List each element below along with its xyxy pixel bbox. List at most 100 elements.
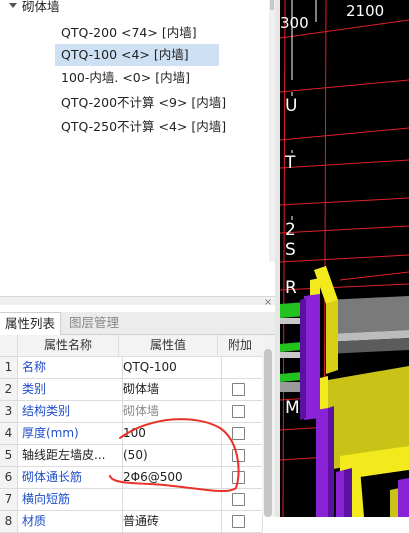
row-index: 4 bbox=[0, 423, 18, 444]
grid-line bbox=[280, 159, 409, 169]
grid-scrollbar-thumb[interactable] bbox=[264, 349, 272, 517]
property-extra bbox=[218, 401, 263, 422]
attach-checkbox[interactable] bbox=[232, 427, 245, 440]
purple-column-edge bbox=[328, 406, 334, 517]
dimension-label: 2100 bbox=[346, 2, 385, 20]
property-value[interactable] bbox=[119, 489, 222, 510]
row-index: 6 bbox=[0, 467, 18, 488]
property-row[interactable]: 6 砌体通长筋 2Φ6@500 bbox=[0, 467, 263, 489]
close-icon[interactable]: × bbox=[263, 298, 273, 308]
tree-item-100-inner-wall[interactable]: 100-内墙. <0> [内墙] bbox=[55, 67, 196, 89]
purple-column bbox=[398, 478, 409, 517]
dimension-label: 300 bbox=[280, 14, 309, 32]
slab-edge bbox=[280, 382, 300, 392]
tree-item-qtq-200-no-calc[interactable]: QTQ-200不计算 <9> [内墙] bbox=[55, 92, 232, 114]
grid-line bbox=[280, 197, 409, 206]
property-extra bbox=[218, 489, 263, 510]
attach-checkbox[interactable] bbox=[232, 405, 245, 418]
row-index: 8 bbox=[0, 511, 18, 532]
property-row[interactable]: 5 轴线距左墙皮... (50) bbox=[0, 445, 263, 467]
tree-item-label: QTQ-100 <4> [内墙] bbox=[61, 47, 189, 62]
tree-item-qtq-100[interactable]: QTQ-100 <4> [内墙] bbox=[55, 44, 219, 66]
property-extra bbox=[218, 511, 263, 532]
panel-splitter[interactable] bbox=[0, 296, 275, 305]
purple-column bbox=[304, 294, 320, 420]
grid-line bbox=[280, 225, 409, 234]
property-row[interactable]: 4 厚度(mm) 100 bbox=[0, 423, 263, 445]
property-value[interactable]: 砌体墙 bbox=[119, 401, 222, 422]
axis-label-u: U bbox=[285, 96, 298, 116]
component-tree: 砌体墙 QTQ-200 <74> [内墙] QTQ-100 <4> [内墙] 1… bbox=[0, 0, 275, 296]
property-row[interactable]: 7 横向短筋 bbox=[0, 489, 263, 511]
property-extra bbox=[218, 467, 263, 488]
slab-edge bbox=[280, 318, 300, 324]
attach-checkbox[interactable] bbox=[232, 449, 245, 462]
purple-column bbox=[336, 470, 344, 517]
row-index: 2 bbox=[0, 379, 18, 400]
header-extra: 附加 bbox=[218, 335, 263, 356]
tab-property-list[interactable]: 属性列表 bbox=[0, 312, 62, 335]
grid-line bbox=[280, 127, 409, 141]
property-row[interactable]: 1 名称 QTQ-100 bbox=[0, 357, 263, 379]
tree-item-label: QTQ-200不计算 <9> [内墙] bbox=[61, 95, 227, 110]
header-name: 属性名称 bbox=[18, 335, 119, 356]
property-name: 结构类别 bbox=[18, 401, 123, 422]
row-index: 1 bbox=[0, 357, 18, 378]
grid-line bbox=[280, 79, 409, 93]
property-row[interactable]: 8 材质 普通砖 bbox=[0, 511, 263, 533]
property-name: 轴线距左墙皮... bbox=[18, 445, 123, 466]
axis-label-m: M bbox=[285, 398, 300, 418]
property-extra bbox=[218, 379, 263, 400]
property-value[interactable]: QTQ-100 bbox=[119, 357, 222, 378]
purple-column-edge bbox=[344, 468, 352, 517]
purple-column bbox=[316, 408, 328, 517]
property-row[interactable]: 3 结构类别 砌体墙 bbox=[0, 401, 263, 423]
property-grid: 属性名称 属性值 附加 1 名称 QTQ-100 2 类别 砌体墙 3 结构类别 砌体墙 4 厚度(… bbox=[0, 335, 263, 533]
property-extra bbox=[218, 423, 263, 444]
property-value[interactable]: 砌体墙 bbox=[119, 379, 222, 400]
wall-gray-top bbox=[326, 296, 409, 334]
tree-item-qtq-250-no-calc[interactable]: QTQ-250不计算 <4> [内墙] bbox=[55, 116, 232, 138]
property-value[interactable]: (50) bbox=[119, 445, 222, 466]
property-extra bbox=[218, 357, 263, 378]
slab-edge bbox=[280, 352, 300, 358]
axis-label-s: S bbox=[285, 240, 296, 260]
grid-line bbox=[339, 271, 409, 281]
grid-line bbox=[280, 283, 409, 291]
row-index: 3 bbox=[0, 401, 18, 422]
yellow-column-face bbox=[326, 300, 338, 374]
header-index bbox=[0, 335, 18, 356]
tree-scrollbar-thumb[interactable] bbox=[270, 0, 274, 10]
tree-item-label: QTQ-200 <74> [内墙] bbox=[61, 25, 197, 40]
property-extra bbox=[218, 445, 263, 466]
attach-checkbox[interactable] bbox=[232, 471, 245, 484]
tab-layer-management[interactable]: 图层管理 bbox=[64, 312, 124, 334]
tree-group-masonry-wall[interactable]: 砌体墙 bbox=[9, 0, 60, 16]
tree-item-label: 100-内墙. <0> [内墙] bbox=[61, 70, 190, 85]
property-name: 类别 bbox=[18, 379, 123, 400]
property-value[interactable]: 普通砖 bbox=[119, 511, 222, 532]
property-row[interactable]: 2 类别 砌体墙 bbox=[0, 379, 263, 401]
property-name: 厚度(mm) bbox=[18, 423, 123, 444]
row-index: 7 bbox=[0, 489, 18, 510]
attach-checkbox[interactable] bbox=[232, 383, 245, 396]
axis-label-2: 2 bbox=[285, 220, 296, 240]
property-value[interactable]: 2Φ6@500 bbox=[119, 467, 222, 488]
tree-group-label: 砌体墙 bbox=[22, 0, 60, 14]
tree-item-label: QTQ-250不计算 <4> [内墙] bbox=[61, 119, 227, 134]
property-name: 名称 bbox=[18, 357, 123, 378]
chevron-down-icon[interactable] bbox=[9, 3, 17, 8]
property-name: 材质 bbox=[18, 511, 123, 532]
wall-3d-model bbox=[280, 266, 409, 517]
tree-item-qtq-200[interactable]: QTQ-200 <74> [内墙] bbox=[55, 22, 203, 44]
property-name: 横向短筋 bbox=[18, 489, 123, 510]
property-value[interactable]: 100 bbox=[119, 423, 222, 444]
grid-scrollbar[interactable] bbox=[262, 335, 275, 517]
viewport-canvas bbox=[280, 0, 409, 517]
axis-label-r: R bbox=[285, 278, 297, 298]
property-name: 砌体通长筋 bbox=[18, 467, 123, 488]
property-tabs: 属性列表 图层管理 bbox=[0, 312, 275, 335]
3d-viewport[interactable]: 300 2100 U T 2 S R M bbox=[280, 0, 409, 517]
header-value: 属性值 bbox=[119, 335, 218, 356]
attach-checkbox[interactable] bbox=[232, 493, 245, 506]
